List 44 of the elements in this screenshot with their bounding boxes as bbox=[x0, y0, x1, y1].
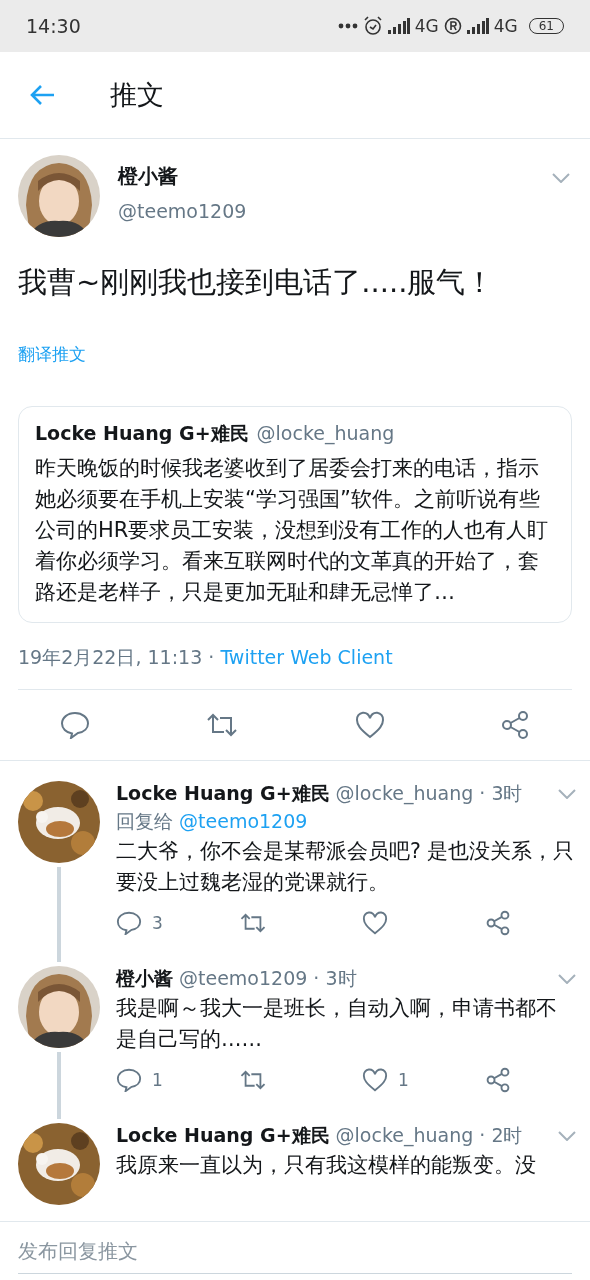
reply-author-handle: @teemo1209 · 3时 bbox=[179, 966, 358, 991]
heart-icon[interactable] bbox=[362, 1068, 388, 1092]
quoted-author-handle: @locke_huang bbox=[256, 422, 395, 444]
tweet-text: 我曹~刚刚我也接到电话了.....服气！ bbox=[18, 264, 496, 301]
reply-author-name[interactable]: Locke Huang G+难民 bbox=[116, 781, 330, 807]
author-handle: @teemo1209 bbox=[118, 200, 248, 222]
page-title: 推文 bbox=[110, 78, 164, 112]
retweet-icon[interactable] bbox=[239, 912, 267, 934]
quoted-tweet-card[interactable]: Locke Huang G+难民 @locke_huang 昨天晚饭的时候我老婆收到了居委会打来的电话，指示她必须要在手机上安装“学习强国”软件。之前听说有些公司的HR要求员工安装，没想到没有工作的人也有人盯着你必须学习。看来互联网时代的文革真的开始了，套路还是老样子，只是更加无耻和肆无忌惮了… bbox=[18, 406, 572, 623]
network-label: 4G bbox=[414, 16, 439, 36]
signal-icon bbox=[387, 18, 410, 34]
action-count: 1 bbox=[398, 1070, 409, 1090]
tweet-timestamp: 19年2月22日, 11:13 · bbox=[18, 646, 216, 668]
quoted-tweet-text: 昨天晚饭的时候我老婆收到了居委会打来的电话，指示她必须要在手机上安装“学习强国”软件。之前听说有些公司的HR要求员工安装，没想到没有工作的人也有人盯着你必须学习。看来互联网时代的文革真的开始了，套路还是老样子，只是更加无耻和肆无忌惮了… bbox=[35, 455, 550, 606]
roaming-icon bbox=[443, 17, 462, 35]
reply-input[interactable]: 发布回复推文 bbox=[18, 1228, 572, 1274]
reply-icon[interactable] bbox=[116, 911, 142, 935]
retweet-icon[interactable] bbox=[205, 712, 240, 738]
retweet-icon[interactable] bbox=[239, 1069, 267, 1091]
reply-text: 我原来一直以为，只有我这模样的能叛变。没 bbox=[116, 1152, 537, 1179]
share-icon[interactable] bbox=[485, 910, 511, 936]
action-count: 1 bbox=[152, 1070, 163, 1090]
back-arrow-icon[interactable] bbox=[29, 84, 55, 106]
heart-icon[interactable] bbox=[354, 711, 385, 739]
reply-author-name[interactable]: 橙小酱 bbox=[116, 966, 173, 992]
status-time: 14:30 bbox=[26, 15, 81, 37]
heart-icon[interactable] bbox=[362, 911, 388, 935]
reply-icon[interactable] bbox=[116, 1068, 142, 1092]
action-count: 3 bbox=[152, 913, 163, 933]
replying-to-label: 回复给 bbox=[116, 810, 173, 832]
reply-author-name[interactable]: Locke Huang G+难民 bbox=[116, 1123, 330, 1149]
reply-icon[interactable] bbox=[60, 711, 90, 739]
reply-text: 我是啊～我大一是班长，自动入啊，申请书都不是自己写的…… bbox=[116, 995, 558, 1053]
share-icon[interactable] bbox=[485, 1067, 511, 1093]
reply-author-handle: @locke_huang · 3时 bbox=[335, 781, 524, 807]
reply-text: 二大爷，你不会是某帮派会员吧? 是也没关系，只要没上过魏老湿的党课就行。 bbox=[116, 838, 576, 896]
reply-author-handle: @locke_huang · 2时 bbox=[335, 1123, 524, 1149]
share-icon[interactable] bbox=[500, 710, 530, 740]
signal-icon bbox=[466, 18, 489, 34]
alarm-icon bbox=[362, 16, 383, 36]
author-name[interactable]: 橙小酱 bbox=[118, 163, 552, 190]
network-label: 4G bbox=[493, 16, 518, 36]
quoted-author-name: Locke Huang G+难民 bbox=[35, 421, 249, 446]
more-dots-icon bbox=[337, 23, 358, 29]
